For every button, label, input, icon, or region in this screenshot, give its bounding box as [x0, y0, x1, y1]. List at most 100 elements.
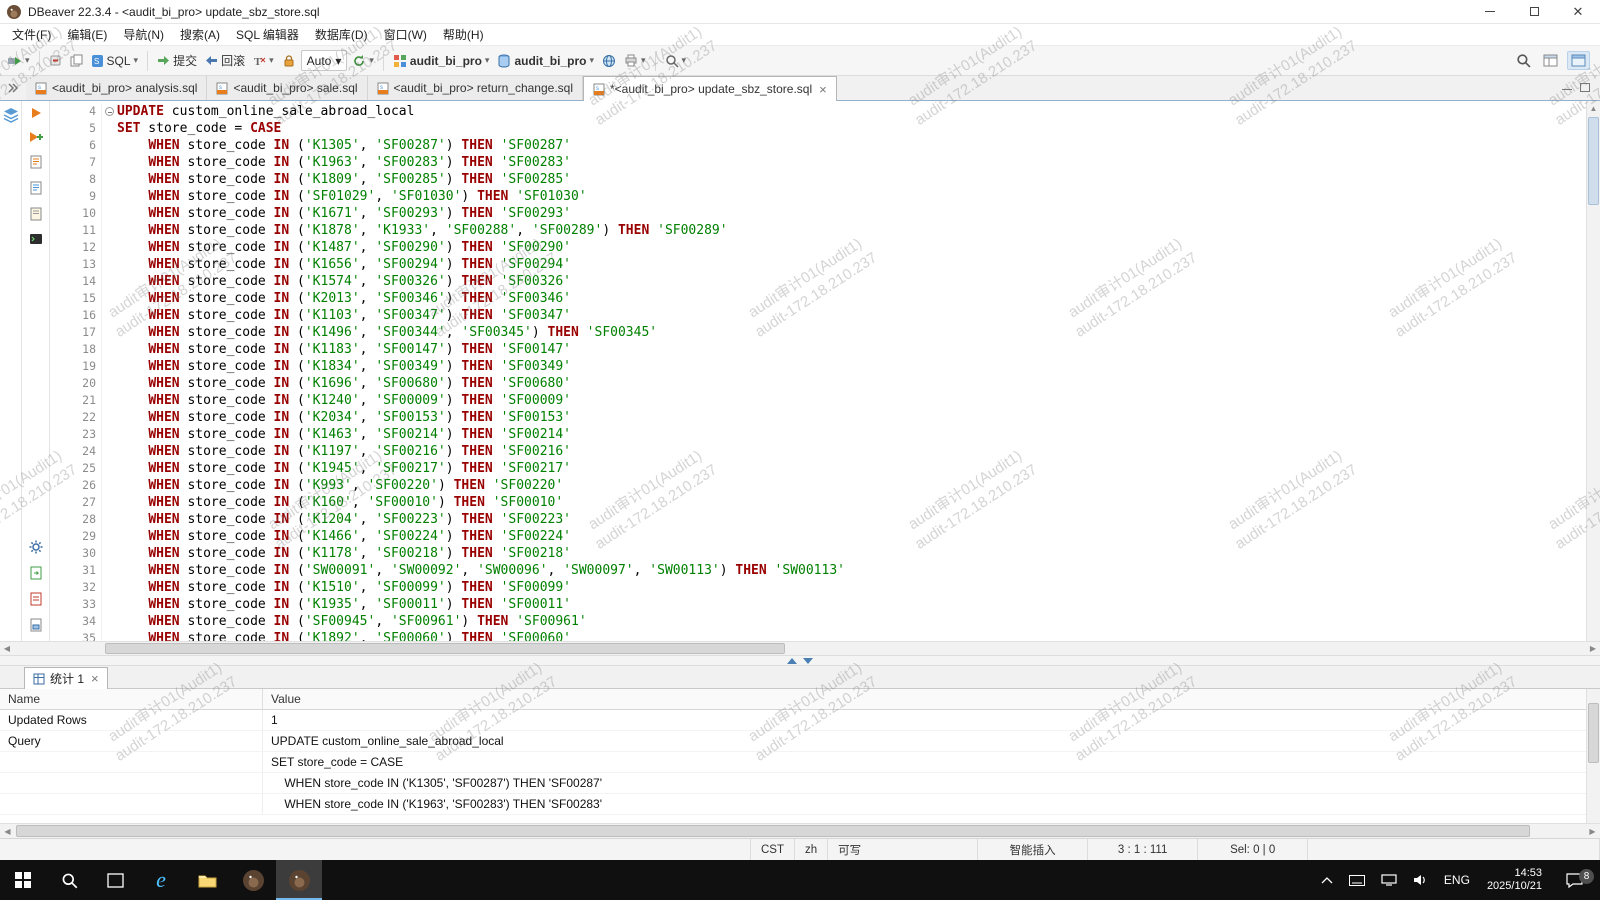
code-line[interactable]: 11 WHEN store_code IN ('K1878', 'K1933',… [50, 222, 1586, 239]
close-tab-icon[interactable]: × [91, 671, 99, 686]
database-navigator-icon[interactable] [3, 107, 19, 126]
code-line[interactable]: 31 WHEN store_code IN ('SW00091', 'SW000… [50, 562, 1586, 579]
panel-scroll-left-icon[interactable]: ◀ [0, 827, 15, 836]
panel-horizontal-scrollbar[interactable]: ◀ ▶ [0, 823, 1600, 838]
panel-vscroll-thumb[interactable] [1588, 703, 1599, 763]
collapse-panel-icon[interactable] [803, 658, 813, 664]
lock-button[interactable] [279, 52, 299, 70]
transaction-log-button[interactable]: T ▾ [250, 52, 277, 69]
expand-panel-icon[interactable] [787, 658, 797, 664]
code-line[interactable]: 26 WHEN store_code IN ('K993', 'SF00220'… [50, 477, 1586, 494]
table-row[interactable]: SET store_code = CASE [0, 752, 1600, 773]
language-indicator[interactable]: ENG [1437, 860, 1477, 900]
code-line[interactable]: 5SET store_code = CASE [50, 120, 1586, 137]
statistics-tab[interactable]: 统计 1 × [24, 667, 108, 689]
taskbar-clock[interactable]: 14:53 2025/10/21 [1479, 867, 1550, 893]
menu-item[interactable]: 导航(N) [115, 24, 172, 45]
menu-item[interactable]: 搜索(A) [172, 24, 228, 45]
dbeaver-perspective-button[interactable] [1567, 51, 1590, 70]
editor-tab[interactable]: s<audit_bi_pro> sale.sql [207, 76, 367, 100]
dbeaver-taskbar-button-active[interactable] [276, 860, 322, 900]
code-line[interactable]: 20 WHEN store_code IN ('K1696', 'SF00680… [50, 375, 1586, 392]
code-line[interactable]: 16 WHEN store_code IN ('K1103', 'SF00347… [50, 307, 1586, 324]
connection-select[interactable]: audit_bi_pro ▾ [390, 52, 493, 70]
script-file-icon[interactable] [30, 592, 42, 609]
maximize-editor-icon[interactable] [1580, 81, 1590, 95]
code-line[interactable]: 12 WHEN store_code IN ('K1487', 'SF00290… [50, 239, 1586, 256]
table-row[interactable]: Updated Rows1 [0, 710, 1600, 731]
open-perspective-button[interactable] [1540, 52, 1561, 69]
schema-select[interactable]: audit_bi_pro ▾ [494, 52, 597, 70]
quick-search-button[interactable]: ▾ [662, 52, 690, 70]
maximize-button[interactable] [1512, 0, 1556, 23]
code-line[interactable]: 7 WHEN store_code IN ('K1963', 'SF00283'… [50, 154, 1586, 171]
execute-script-icon[interactable] [30, 155, 42, 172]
volume-icon[interactable] [1406, 860, 1435, 900]
column-header-name[interactable]: Name [0, 689, 263, 709]
rollback-button[interactable]: 回滚 [202, 50, 248, 71]
status-caret-position[interactable]: 3 : 1 : 111 [1087, 839, 1197, 860]
file-explorer-button[interactable] [184, 860, 230, 900]
search-button[interactable] [1513, 51, 1534, 70]
code-line[interactable]: 34 WHEN store_code IN ('SF00945', 'SF009… [50, 613, 1586, 630]
refresh-button[interactable]: ▾ [349, 52, 377, 70]
scroll-left-icon[interactable]: ◀ [0, 644, 14, 653]
code-line[interactable]: 18 WHEN store_code IN ('K1183', 'SF00147… [50, 341, 1586, 358]
start-button[interactable] [0, 860, 46, 900]
code-line[interactable]: 25 WHEN store_code IN ('K1945', 'SF00217… [50, 460, 1586, 477]
code-line[interactable]: 27 WHEN store_code IN ('K160', 'SF00010'… [50, 494, 1586, 511]
menu-item[interactable]: 数据库(D) [307, 24, 376, 45]
execute-new-tab-icon[interactable] [29, 131, 43, 146]
taskbar-search-button[interactable] [46, 860, 92, 900]
code-line[interactable]: 13 WHEN store_code IN ('K1656', 'SF00294… [50, 256, 1586, 273]
minimize-button[interactable] [1468, 0, 1512, 23]
explain-plan-icon[interactable] [30, 181, 42, 198]
code-line[interactable]: 15 WHEN store_code IN ('K2013', 'SF00346… [50, 290, 1586, 307]
editor-tab[interactable]: s<audit_bi_pro> return_change.sql [368, 76, 583, 100]
vertical-scroll-thumb[interactable] [1588, 117, 1599, 205]
code-line[interactable]: 19 WHEN store_code IN ('K1834', 'SF00349… [50, 358, 1586, 375]
code-line[interactable]: 17 WHEN store_code IN ('K1496', 'SF00344… [50, 324, 1586, 341]
code-line[interactable]: 22 WHEN store_code IN ('K2034', 'SF00153… [50, 409, 1586, 426]
menu-item[interactable]: 文件(F) [4, 24, 59, 45]
code-line[interactable]: 10 WHEN store_code IN ('K1671', 'SF00293… [50, 205, 1586, 222]
menu-item[interactable]: 窗口(W) [376, 24, 435, 45]
restore-navigator-icon[interactable] [0, 76, 26, 100]
action-center-button[interactable]: 8 [1552, 873, 1596, 888]
menu-item[interactable]: SQL 编辑器 [228, 24, 307, 45]
menu-item[interactable]: 帮助(H) [435, 24, 492, 45]
table-row[interactable]: WHEN store_code IN ('K1963', 'SF00283') … [0, 794, 1600, 815]
code-line[interactable]: 28 WHEN store_code IN ('K1204', 'SF00223… [50, 511, 1586, 528]
minimize-editor-icon[interactable] [1562, 81, 1572, 95]
code-line[interactable]: 21 WHEN store_code IN ('K1240', 'SF00009… [50, 392, 1586, 409]
print-button[interactable]: ▾ [621, 52, 649, 69]
editor-tab[interactable]: s*<audit_bi_pro> update_sbz_store.sql× [583, 76, 837, 101]
panel-scroll-right-icon[interactable]: ▶ [1585, 827, 1600, 836]
network-profile-button[interactable] [599, 52, 619, 70]
commit-button[interactable]: 提交 [154, 50, 200, 71]
code-line[interactable]: 6 WHEN store_code IN ('K1305', 'SF00287'… [50, 137, 1586, 154]
internet-explorer-button[interactable]: e [138, 860, 184, 900]
network-icon[interactable] [1374, 860, 1404, 900]
transaction-mode-select[interactable]: Auto ▾ [301, 50, 348, 71]
tab-close-icon[interactable]: × [819, 82, 827, 97]
new-connection-button[interactable]: ▾ [4, 52, 33, 70]
code-line[interactable]: 23 WHEN store_code IN ('K1463', 'SF00214… [50, 426, 1586, 443]
sql-console-icon[interactable] [29, 233, 43, 248]
code-line[interactable]: 35 WHEN store_code IN ('K1892', 'SF00060… [50, 630, 1586, 641]
sql-editor-button[interactable]: S SQL ▾ [88, 52, 142, 70]
code-line[interactable]: 9 WHEN store_code IN ('SF01029', 'SF0103… [50, 188, 1586, 205]
menu-item[interactable]: 编辑(E) [59, 24, 115, 45]
code-line[interactable]: 14 WHEN store_code IN ('K1574', 'SF00326… [50, 273, 1586, 290]
script-log-icon[interactable] [30, 207, 42, 224]
task-view-button[interactable] [92, 860, 138, 900]
code-line[interactable]: 4UPDATE custom_online_sale_abroad_local [50, 103, 1586, 120]
editor-horizontal-scrollbar[interactable]: ◀ ▶ [0, 641, 1600, 655]
fetch-size-button[interactable] [67, 52, 86, 69]
code-line[interactable]: 24 WHEN store_code IN ('K1197', 'SF00216… [50, 443, 1586, 460]
editor-tab[interactable]: s<audit_bi_pro> analysis.sql [26, 76, 207, 100]
commit-mode-button[interactable] [46, 52, 65, 69]
settings-gear-icon[interactable] [29, 540, 43, 557]
close-button[interactable]: ✕ [1556, 0, 1600, 23]
fold-collapse-icon[interactable] [105, 107, 114, 116]
